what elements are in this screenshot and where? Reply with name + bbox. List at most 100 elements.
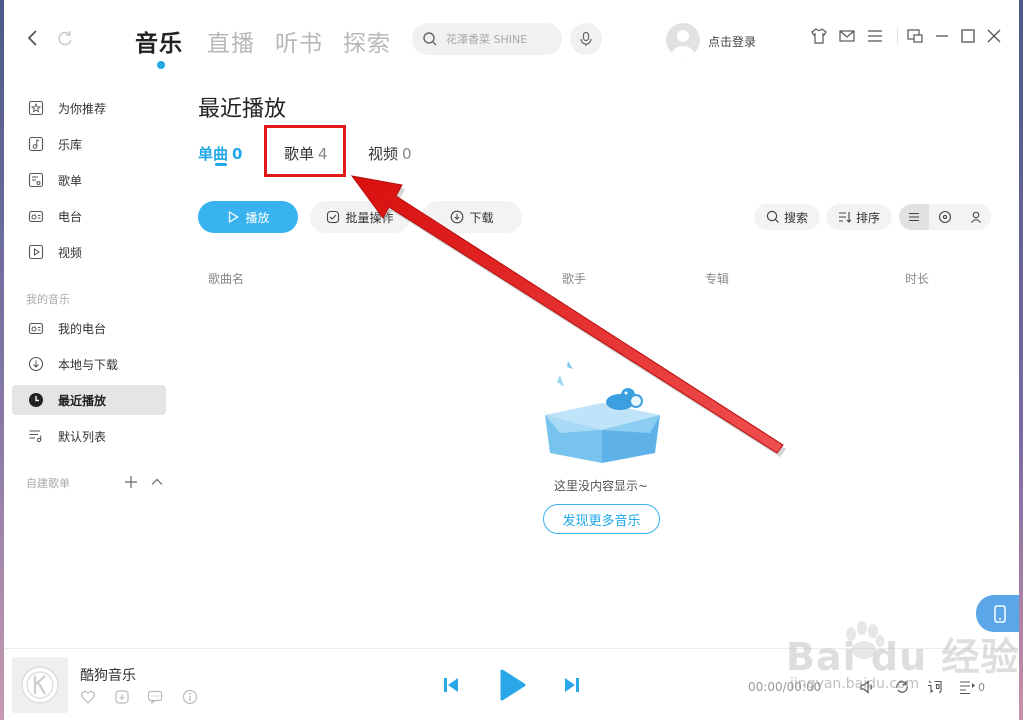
close-icon[interactable] — [985, 27, 1003, 45]
next-track-icon[interactable] — [562, 675, 582, 695]
add-icon[interactable] — [124, 474, 138, 488]
sidebar-item-label: 乐库 — [58, 137, 83, 152]
sidebar-item-radio[interactable]: 电台 — [12, 201, 166, 231]
sidebar-item-playlists[interactable]: 歌单 — [12, 165, 166, 195]
page-title: 最近播放 — [198, 97, 287, 122]
star-icon — [28, 100, 44, 116]
batch-operation-button[interactable]: 批量操作 — [310, 201, 410, 233]
column-artist[interactable]: 歌手 — [562, 270, 586, 287]
clock-icon — [28, 392, 44, 408]
download-icon[interactable] — [114, 689, 130, 705]
phone-icon — [993, 604, 1006, 623]
search-input[interactable] — [444, 31, 560, 47]
avatar[interactable] — [666, 23, 700, 57]
play-all-button[interactable]: 播放 — [198, 201, 298, 233]
sidebar: 为你推荐 乐库 歌单 电台 视频 我的音乐 我的电台 本地与下载 最近播放 默认… — [4, 82, 172, 647]
button-label: 播放 — [245, 210, 270, 225]
sidebar-item-label: 默认列表 — [58, 429, 107, 444]
kugou-logo-icon — [21, 666, 59, 704]
sidebar-item-label: 视频 — [58, 245, 83, 260]
window-frame-right — [1019, 0, 1023, 720]
play-icon — [229, 210, 240, 224]
tab-music[interactable]: 音乐 — [135, 24, 183, 58]
video-icon — [28, 244, 44, 260]
tab-live[interactable]: 直播 — [207, 24, 255, 58]
mail-icon[interactable] — [838, 27, 856, 45]
tab-videos[interactable]: 视频 0 — [368, 143, 412, 164]
sidebar-item-video[interactable]: 视频 — [12, 237, 166, 267]
album-view-icon[interactable] — [930, 204, 960, 230]
refresh-icon[interactable] — [54, 27, 76, 49]
sidebar-item-recent[interactable]: 最近播放 — [12, 385, 166, 415]
play-icon[interactable] — [498, 668, 528, 702]
view-mode-switch — [899, 204, 991, 230]
annotation-highlight-box — [264, 125, 346, 177]
queue-count: 0 — [978, 681, 985, 694]
discover-more-music-button[interactable]: 发现更多音乐 — [543, 504, 660, 534]
skin-shirt-icon[interactable] — [810, 27, 828, 45]
watermark-url: jingyan.baidu.com — [790, 676, 920, 692]
music-note-icon — [28, 136, 44, 152]
album-art[interactable] — [12, 657, 68, 713]
divider — [897, 28, 898, 44]
button-label: 批量操作 — [345, 210, 394, 225]
my-music-heading: 我的音乐 — [26, 293, 70, 306]
radio-icon — [28, 320, 44, 336]
menu-icon[interactable] — [866, 27, 884, 45]
active-subtab-indicator — [215, 163, 227, 166]
maximize-icon[interactable] — [959, 27, 977, 45]
window-frame-left — [0, 0, 4, 720]
search-icon — [423, 32, 437, 46]
tab-label: 单曲 — [198, 145, 229, 163]
download-icon — [451, 210, 464, 224]
empty-box-illustration — [545, 361, 660, 463]
download-icon — [28, 356, 44, 372]
microphone-icon — [580, 31, 592, 46]
search-box[interactable] — [412, 23, 562, 55]
sidebar-item-label: 本地与下载 — [58, 357, 119, 372]
checkbox-icon — [327, 210, 340, 224]
sidebar-item-library[interactable]: 乐库 — [12, 129, 166, 159]
sidebar-item-recommend[interactable]: 为你推荐 — [12, 93, 166, 123]
button-label: 搜索 — [783, 210, 808, 225]
chevron-up-icon[interactable] — [150, 474, 164, 488]
sidebar-item-label: 为你推荐 — [58, 101, 107, 116]
minimize-icon[interactable] — [933, 27, 951, 45]
button-label: 下载 — [469, 210, 494, 225]
heart-icon[interactable] — [80, 689, 96, 705]
artist-view-icon[interactable] — [961, 204, 991, 230]
active-tab-indicator — [157, 61, 165, 69]
search-list-button[interactable]: 搜索 — [754, 204, 820, 230]
tab-count: 0 — [402, 145, 412, 163]
sidebar-item-label: 电台 — [58, 209, 83, 224]
sidebar-item-default-list[interactable]: 默认列表 — [12, 421, 166, 451]
column-song-name[interactable]: 歌曲名 — [208, 270, 244, 287]
button-label: 排序 — [855, 210, 880, 225]
tab-audiobook[interactable]: 听书 — [275, 24, 323, 58]
custom-playlists-heading: 自建歌单 — [26, 477, 70, 490]
list-view-icon[interactable] — [899, 204, 929, 230]
tab-explore[interactable]: 探索 — [343, 24, 391, 58]
song-title: 酷狗音乐 — [80, 668, 136, 684]
playlist-icon — [28, 172, 44, 188]
watermark-brand: Bai du 经验 — [786, 635, 1020, 679]
sidebar-item-label: 我的电台 — [58, 321, 107, 336]
top-bar: 音乐 直播 听书 探索 点击登录 — [4, 0, 1019, 82]
sidebar-item-local-download[interactable]: 本地与下载 — [12, 349, 166, 379]
sidebar-item-label: 歌单 — [58, 173, 83, 188]
back-arrow-icon[interactable] — [22, 27, 44, 49]
sidebar-item-label: 最近播放 — [58, 393, 107, 408]
sidebar-item-my-radio[interactable]: 我的电台 — [12, 313, 166, 343]
column-album[interactable]: 专辑 — [705, 270, 729, 287]
tab-label: 视频 — [368, 145, 399, 163]
previous-track-icon[interactable] — [441, 675, 461, 695]
tab-songs[interactable]: 单曲 0 — [198, 143, 242, 164]
voice-search-button[interactable] — [570, 23, 602, 55]
info-icon[interactable] — [182, 689, 198, 705]
comment-icon[interactable] — [147, 689, 163, 705]
column-duration[interactable]: 时长 — [905, 270, 929, 287]
login-link[interactable]: 点击登录 — [708, 33, 756, 50]
download-button[interactable]: 下载 — [422, 201, 522, 233]
mini-mode-icon[interactable] — [906, 27, 924, 45]
sort-button[interactable]: 排序 — [826, 204, 892, 230]
